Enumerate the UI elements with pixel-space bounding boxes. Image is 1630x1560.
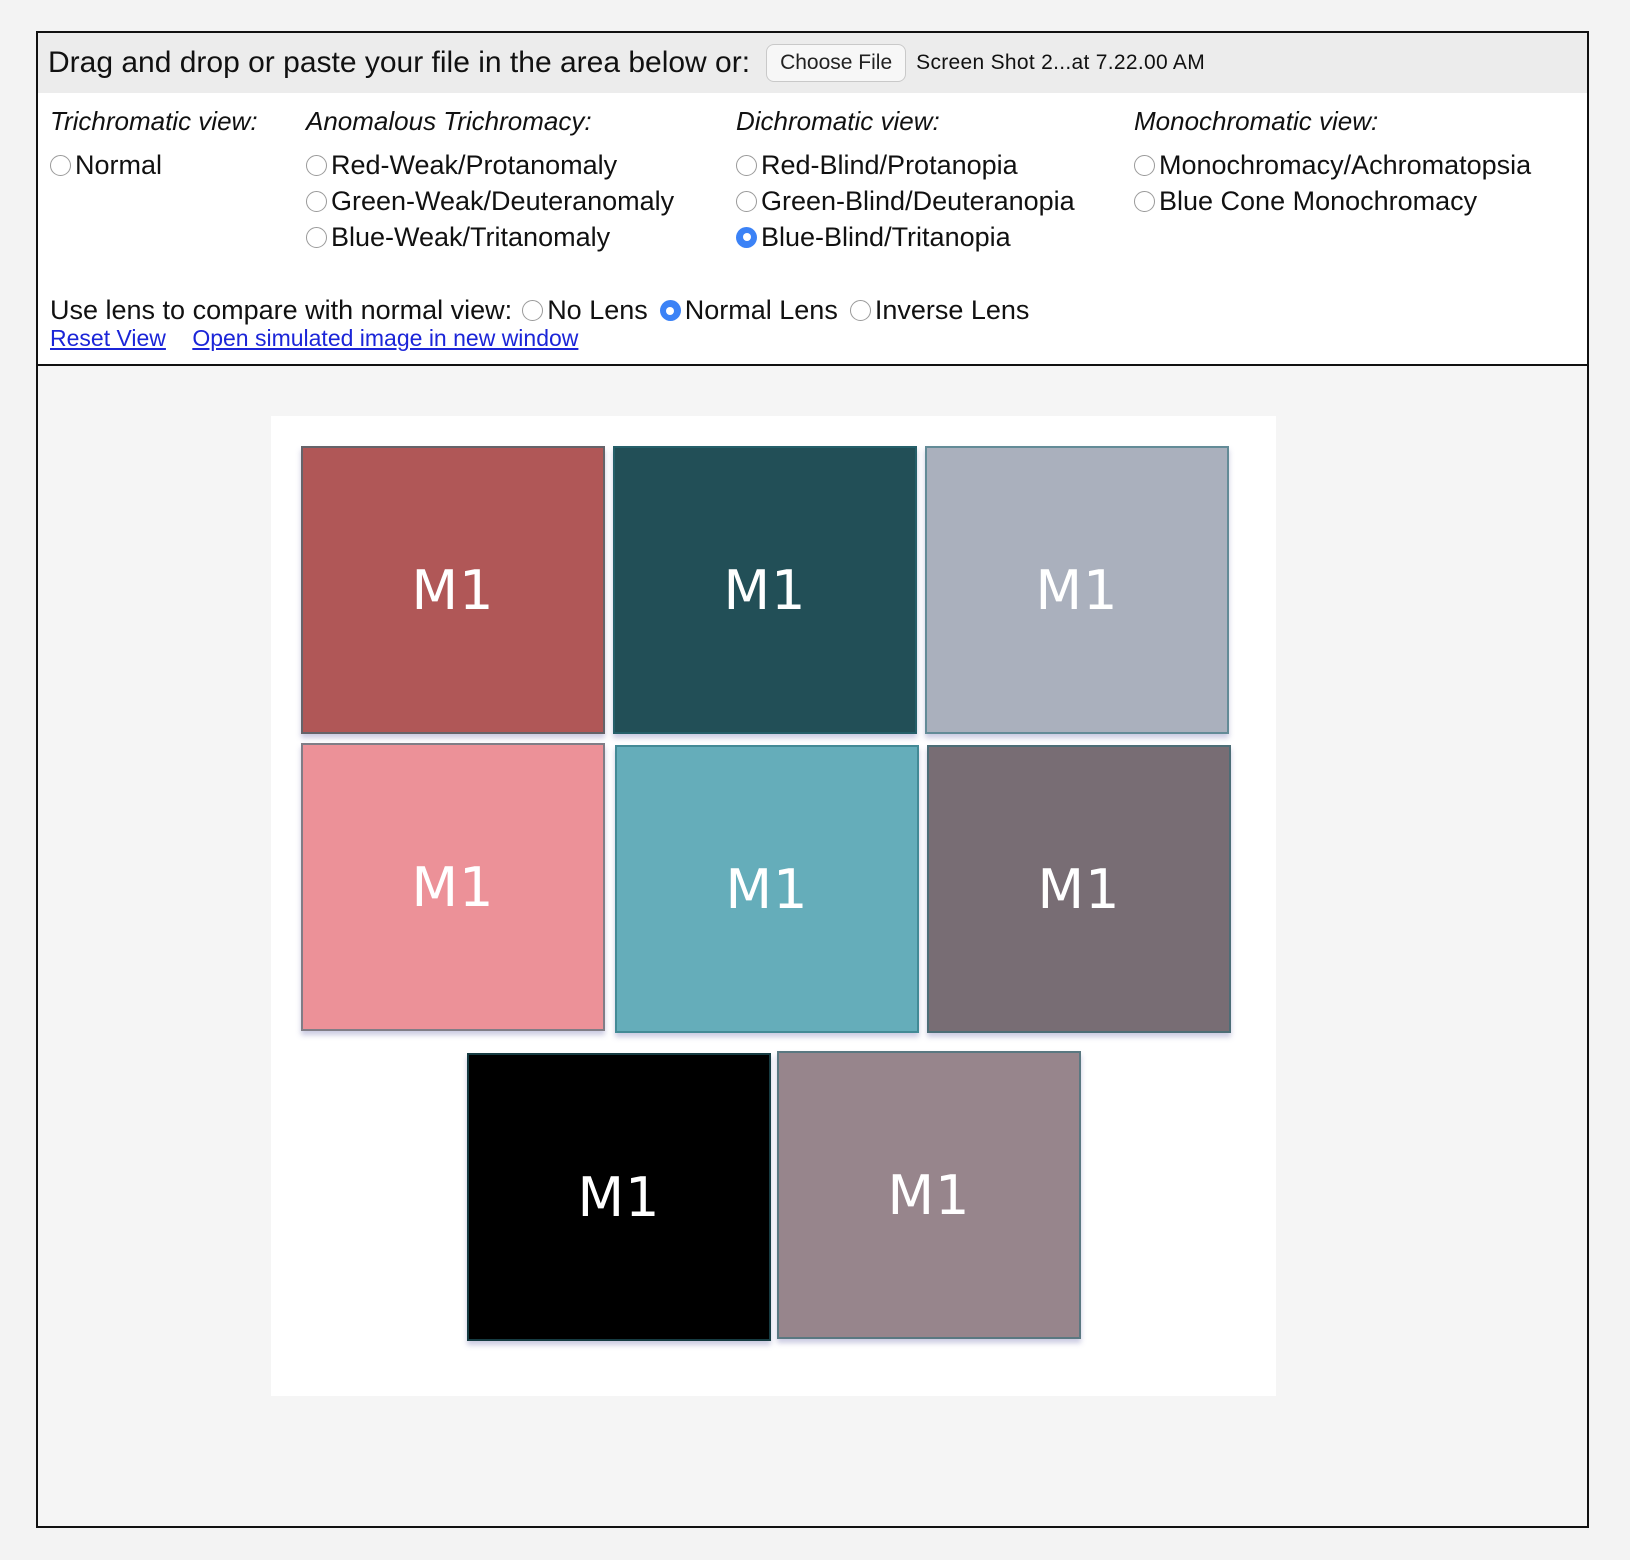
radio-no-lens[interactable]: No Lens (522, 295, 648, 326)
radio-normal-lens[interactable]: Normal Lens (659, 295, 838, 326)
option-label: Normal Lens (684, 295, 838, 325)
radio-circle[interactable] (522, 300, 544, 321)
upload-label: Drag and drop or paste your file in the … (48, 46, 751, 79)
radio-protanopia[interactable]: Red-Blind/Protanopia (736, 147, 1075, 183)
group-title: Monochromatic view: (1134, 106, 1379, 136)
option-label: Normal (75, 149, 163, 180)
radio-circle[interactable] (736, 190, 757, 212)
selected-file-name: Screen Shot 2...at 7.22.00 AM (916, 51, 1206, 74)
monochromatic-group: Monochromatic view: Monochromacy/Achroma… (1134, 106, 1531, 219)
radio-circle[interactable] (50, 154, 71, 176)
option-label: Blue Cone Monochromacy (1159, 185, 1478, 216)
option-label: Red-Weak/Protanomaly (331, 149, 618, 180)
option-label: Red-Blind/Protanopia (761, 149, 1018, 180)
radio-circle[interactable] (659, 300, 681, 321)
color-tile: M1 (301, 446, 605, 734)
option-label: Green-Weak/Deuteranomaly (331, 185, 675, 216)
radio-circle[interactable] (306, 190, 327, 212)
radio-normal[interactable]: Normal (50, 147, 258, 183)
radio-tritanomaly[interactable]: Blue-Weak/Tritanomaly (306, 219, 674, 255)
simulation-canvas[interactable]: M1 M1 M1 M1 M1 M1 M1 M1 (38, 366, 1587, 1526)
radio-inverse-lens[interactable]: Inverse Lens (849, 295, 1030, 326)
choose-file-button[interactable]: Choose File (766, 44, 907, 82)
upload-bar: Drag and drop or paste your file in the … (38, 33, 1587, 93)
option-label: Green-Blind/Deuteranopia (761, 185, 1075, 216)
dichromatic-group: Dichromatic view: Red-Blind/Protanopia G… (736, 106, 1075, 255)
reset-view-link[interactable]: Reset View (50, 325, 166, 351)
radio-circle[interactable] (736, 154, 757, 176)
simulator-frame: Drag and drop or paste your file in the … (36, 31, 1589, 1528)
anomalous-trichromacy-group: Anomalous Trichromacy: Red-Weak/Protanom… (306, 106, 674, 255)
option-label: Inverse Lens (874, 295, 1030, 325)
view-options: Trichromatic view: Normal Anomalous Tric… (38, 106, 1587, 286)
color-tile: M1 (613, 446, 917, 734)
radio-achromatopsia[interactable]: Monochromacy/Achromatopsia (1134, 147, 1531, 183)
radio-circle[interactable] (849, 300, 871, 321)
radio-deuteranopia[interactable]: Green-Blind/Deuteranopia (736, 183, 1075, 219)
group-title: Dichromatic view: (736, 106, 940, 136)
group-title: Anomalous Trichromacy: (306, 106, 592, 136)
radio-circle[interactable] (1134, 154, 1155, 176)
color-tile: M1 (615, 745, 919, 1033)
radio-circle[interactable] (736, 226, 757, 248)
radio-circle[interactable] (306, 154, 327, 176)
simulated-image: M1 M1 M1 M1 M1 M1 M1 M1 (271, 416, 1276, 1396)
open-simulated-image-link[interactable]: Open simulated image in new window (192, 325, 578, 351)
radio-protanomaly[interactable]: Red-Weak/Protanomaly (306, 147, 674, 183)
color-tile: M1 (777, 1051, 1081, 1339)
radio-deuteranomaly[interactable]: Green-Weak/Deuteranomaly (306, 183, 674, 219)
action-links: Reset View Open simulated image in new w… (50, 325, 598, 352)
trichromatic-group: Trichromatic view: Normal (50, 106, 258, 183)
lens-options: Use lens to compare with normal view: No… (50, 295, 1041, 326)
radio-tritanopia[interactable]: Blue-Blind/Tritanopia (736, 219, 1075, 255)
color-tile: M1 (927, 745, 1231, 1033)
group-title: Trichromatic view: (50, 106, 258, 136)
radio-blue-cone-monochromacy[interactable]: Blue Cone Monochromacy (1134, 183, 1531, 219)
color-tile: M1 (925, 446, 1229, 734)
option-label: Monochromacy/Achromatopsia (1159, 149, 1532, 180)
radio-circle[interactable] (1134, 190, 1155, 212)
option-label: No Lens (547, 295, 648, 325)
color-tile: M1 (467, 1053, 771, 1341)
option-label: Blue-Blind/Tritanopia (761, 221, 1011, 252)
option-label: Blue-Weak/Tritanomaly (331, 221, 611, 252)
color-tile: M1 (301, 743, 605, 1031)
radio-circle[interactable] (306, 226, 327, 248)
lens-label: Use lens to compare with normal view: (50, 295, 513, 325)
